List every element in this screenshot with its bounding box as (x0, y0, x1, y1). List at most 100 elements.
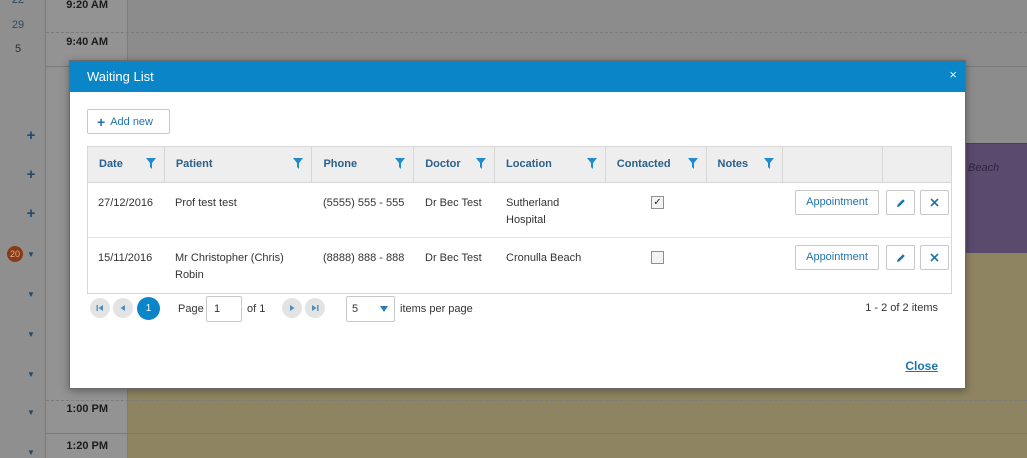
first-page-icon (96, 305, 103, 311)
filter-icon[interactable] (476, 158, 487, 169)
current-page-button[interactable]: 1 (137, 297, 160, 320)
dialog-header: Waiting List × (70, 61, 965, 92)
column-header-label: Date (99, 158, 123, 170)
page-count-label: of 1 (247, 303, 266, 315)
edit-button[interactable] (886, 245, 915, 270)
column-header-label: Patient (175, 158, 213, 170)
items-per-page-label: items per page (400, 303, 473, 315)
pager-info: 1 - 2 of 2 items (865, 302, 938, 314)
caret-down-icon[interactable]: ▼ (26, 448, 36, 457)
gridline (46, 433, 1027, 434)
grid-header-row: Date Patient Phone Doctor Location Conta… (88, 147, 951, 183)
cell-date: 15/11/2016 (98, 252, 153, 264)
cell-contacted (607, 238, 708, 293)
column-header-label: Location (506, 158, 552, 170)
cell-phone: (5555) 555 - 555 (323, 197, 405, 209)
table-row: 27/12/2016 Prof test test (5555) 555 - 5… (88, 183, 951, 238)
close-icon (930, 253, 939, 262)
page-label: Page (178, 303, 204, 315)
caret-down-icon[interactable]: ▼ (26, 330, 36, 339)
caret-down-icon[interactable]: ▼ (26, 408, 36, 417)
page-size-select[interactable]: 5 (346, 296, 395, 322)
cell-location: Sutherland Hospital (506, 197, 560, 226)
delete-button[interactable] (920, 190, 949, 215)
arrow-left-icon (120, 305, 125, 311)
cell-patient: Mr Christopher (Chris) Robin (175, 252, 284, 281)
date-number[interactable]: 29 (0, 19, 36, 31)
add-icon[interactable]: + (24, 166, 38, 183)
gridline (46, 32, 1027, 33)
add-icon[interactable]: + (24, 127, 38, 144)
edit-button[interactable] (886, 190, 915, 215)
filter-icon[interactable] (293, 158, 304, 169)
pager: 1 Page 1 of 1 5 items per page 1 - 2 of … (87, 295, 952, 325)
delete-button[interactable] (920, 245, 949, 270)
contacted-checkbox[interactable] (651, 251, 664, 264)
filter-icon[interactable] (145, 158, 156, 169)
date-number[interactable]: 22 (0, 0, 36, 6)
caret-down-icon[interactable]: ▼ (26, 370, 36, 379)
close-link[interactable]: Close (905, 359, 938, 373)
previous-page-button[interactable] (113, 298, 133, 318)
first-page-button[interactable] (90, 298, 110, 318)
column-header-doctor[interactable]: Doctor (414, 147, 496, 182)
appointment-button[interactable]: Appointment (795, 190, 879, 215)
waiting-list-dialog: Waiting List × + Add new Date Patient Ph… (69, 60, 966, 389)
cell-date: 27/12/2016 (98, 197, 154, 209)
column-header-label: Contacted (616, 158, 671, 170)
filter-icon[interactable] (764, 158, 775, 169)
add-new-label: Add new (110, 115, 153, 128)
filter-icon[interactable] (687, 158, 698, 169)
event-location-text: Beach (968, 162, 1000, 174)
waiting-list-grid: Date Patient Phone Doctor Location Conta… (87, 146, 952, 294)
column-header-patient[interactable]: Patient (165, 147, 313, 182)
add-new-button[interactable]: + Add new (87, 109, 170, 134)
pencil-icon (896, 253, 905, 262)
caret-down-icon[interactable]: ▼ (26, 250, 36, 259)
column-header-notes[interactable]: Notes (707, 147, 784, 182)
next-page-button[interactable] (282, 298, 302, 318)
last-page-button[interactable] (305, 298, 325, 318)
cell-location: Cronulla Beach (506, 252, 582, 264)
column-header-phone[interactable]: Phone (312, 147, 415, 182)
column-header-label: Phone (323, 158, 358, 170)
cell-doctor: Dr Bec Test (425, 197, 482, 209)
time-label: 1:20 PM (66, 440, 108, 452)
last-page-icon (312, 305, 319, 311)
contacted-checkbox[interactable]: ✓ (651, 196, 664, 209)
cell-patient: Prof test test (175, 197, 237, 209)
count-badge: 20 (7, 246, 23, 262)
column-header-label: Notes (717, 158, 749, 170)
calendar-event-purple: Beach (962, 143, 1027, 253)
time-label: 9:20 AM (66, 0, 108, 11)
add-icon[interactable]: + (24, 205, 38, 222)
caret-down-icon[interactable]: ▼ (26, 290, 36, 299)
column-header-date[interactable]: Date (88, 147, 165, 182)
column-header-actions (783, 147, 884, 182)
filter-icon[interactable] (395, 158, 406, 169)
arrow-right-icon (290, 305, 295, 311)
cell-phone: (8888) 888 - 888 (323, 252, 405, 264)
cell-contacted: ✓ (607, 183, 708, 237)
filter-icon[interactable] (586, 158, 597, 169)
column-header-label: Doctor (425, 158, 461, 170)
column-header-contacted[interactable]: Contacted (606, 147, 707, 182)
cell-notes (708, 238, 785, 293)
plus-icon: + (97, 113, 106, 130)
cell-notes (708, 183, 785, 237)
appointment-button[interactable]: Appointment (795, 245, 879, 270)
table-row: 15/11/2016 Mr Christopher (Chris) Robin … (88, 238, 951, 293)
gridline (46, 400, 1027, 401)
column-header-location[interactable]: Location (495, 147, 606, 182)
cell-doctor: Dr Bec Test (425, 252, 482, 264)
page-size-value: 5 (352, 303, 359, 315)
calendar-side-panel (0, 0, 46, 458)
page-number-input[interactable]: 1 (206, 296, 242, 322)
dialog-title: Waiting List (87, 69, 154, 84)
time-label: 9:40 AM (66, 36, 108, 48)
pencil-icon (896, 198, 905, 207)
time-label: 1:00 PM (66, 403, 108, 415)
close-icon[interactable]: × (949, 67, 957, 82)
date-number[interactable]: 5 (0, 43, 36, 55)
chevron-down-icon (380, 306, 388, 312)
